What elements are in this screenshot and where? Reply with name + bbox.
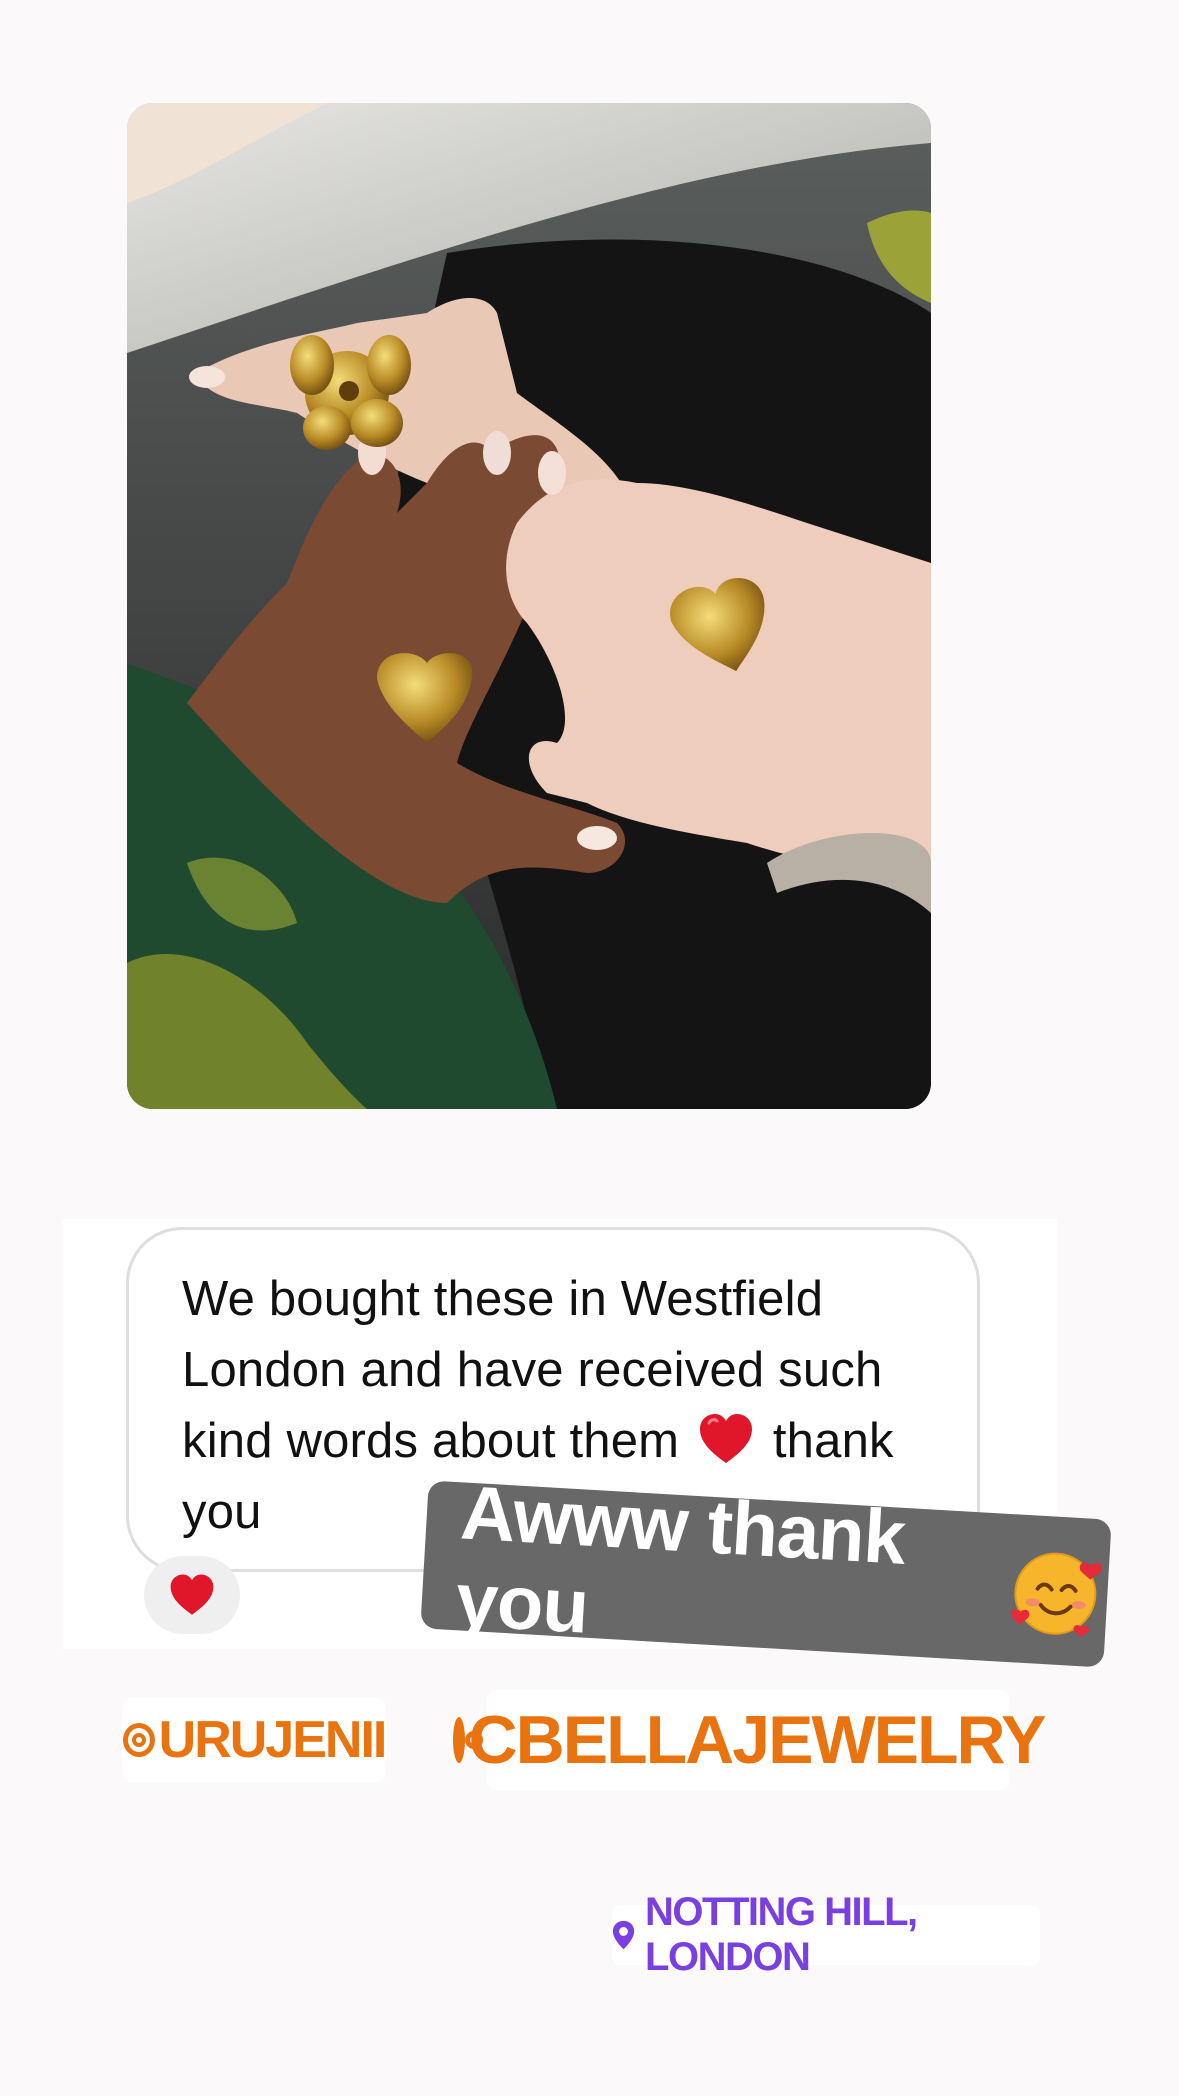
location-pin-icon — [612, 1920, 635, 1950]
reply-text: Awww thank you — [453, 1470, 908, 1650]
flower-ring — [290, 335, 411, 450]
red-heart-icon — [170, 1574, 214, 1615]
message-reaction — [144, 1556, 240, 1634]
mention-label: CBELLAJEWELRY — [468, 1702, 1047, 1778]
smiling-face-with-hearts-icon — [1007, 1539, 1110, 1642]
photo-hands-rings-image — [127, 103, 931, 1109]
at-sign-icon — [452, 1717, 483, 1763]
mention-sticker-urujenii[interactable]: URUJENII — [122, 1698, 388, 1782]
mention-sticker-cbellajewelry[interactable]: CBELLAJEWELRY — [452, 1690, 1046, 1790]
location-label: NOTTING HILL, LONDON — [645, 1890, 918, 1979]
location-sticker[interactable]: NOTTING HILL, LONDON — [612, 1890, 1040, 1979]
story-photo — [127, 103, 931, 1109]
mention-label: URUJENII — [158, 1711, 388, 1769]
red-heart-icon — [697, 1411, 755, 1467]
at-sign-icon — [122, 1723, 155, 1757]
